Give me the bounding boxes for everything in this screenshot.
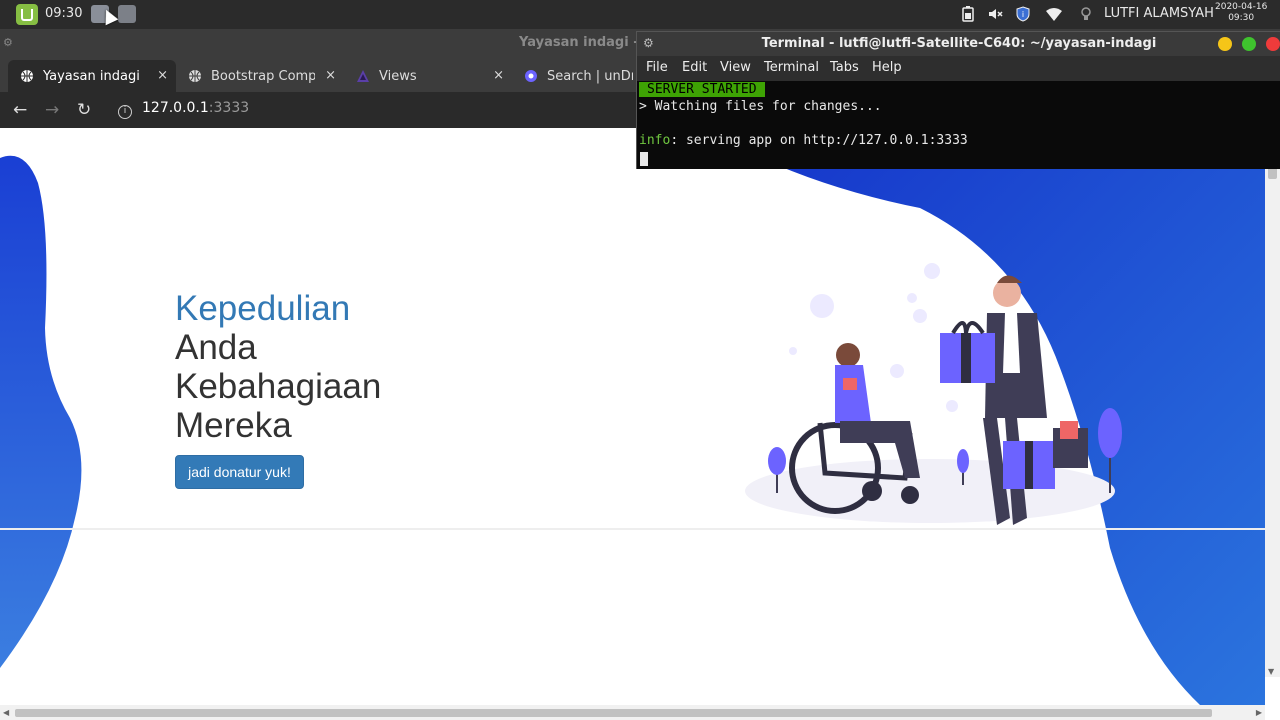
menu-terminal[interactable]: Terminal — [764, 60, 819, 75]
terminal-title: Terminal - lutfi@lutfi-Satellite-C640: ~… — [761, 36, 1157, 51]
server-status-line: SERVER STARTED — [639, 82, 765, 97]
scroll-left-arrow-icon[interactable]: ◀ — [3, 708, 9, 717]
hero-line: Kebahagiaan — [175, 367, 382, 406]
undraw-icon — [525, 70, 537, 82]
window-menu-icon[interactable]: ⚙ — [3, 36, 13, 49]
watching-line: > Watching files for changes... — [639, 99, 882, 114]
globe-icon — [21, 70, 33, 82]
tab-label: Views — [379, 68, 417, 84]
tab-views[interactable]: Views × — [344, 60, 512, 92]
tab-close-button[interactable]: × — [493, 68, 504, 83]
wifi-icon[interactable] — [1046, 6, 1062, 22]
hero-accent-word: Kepedulian — [175, 289, 351, 328]
server-started-badge: SERVER STARTED — [639, 82, 765, 97]
tab-label: Search | unDra — [547, 68, 633, 84]
volume-muted-icon[interactable] — [987, 6, 1003, 22]
left-blob — [0, 155, 82, 668]
reload-button[interactable]: ↻ — [77, 100, 91, 120]
mint-menu-icon[interactable] — [16, 4, 38, 25]
terminal-titlebar[interactable]: ⚙ Terminal - lutfi@lutfi-Satellite-C640:… — [637, 32, 1280, 56]
terminal-menubar: File Edit View Terminal Tabs Help — [637, 56, 1280, 81]
maximize-button[interactable] — [1242, 37, 1256, 51]
menu-file[interactable]: File — [646, 60, 668, 75]
globe-icon — [189, 70, 201, 82]
shield-update-icon[interactable]: i — [1015, 6, 1031, 22]
terminal-cursor — [640, 152, 648, 166]
desktop: 09:30 i LUTFI ALAMSYAH 2020-04-16 09:30 … — [0, 0, 1280, 720]
tray-time: 09:30 — [1228, 13, 1255, 23]
gift-wheelchair-illustration — [745, 263, 1122, 525]
user-name[interactable]: LUTFI ALAMSYAH — [1104, 6, 1214, 21]
hero-line: Mereka — [175, 406, 292, 445]
adonis-triangle-icon — [357, 70, 369, 82]
horizontal-scroll-thumb[interactable] — [15, 709, 1212, 717]
menu-tabs[interactable]: Tabs — [830, 60, 859, 75]
terminal-output[interactable]: SERVER STARTED > Watching files for chan… — [637, 81, 1280, 169]
browser-window-title: Yayasan indagi - — [519, 35, 639, 50]
info-line: info: serving app on http://127.0.0.1:33… — [639, 133, 968, 148]
forward-button[interactable]: → — [45, 100, 59, 120]
horizontal-scrollbar[interactable]: ◀ ▶ — [0, 705, 1265, 720]
minimize-button[interactable] — [1218, 37, 1232, 51]
tray-datetime[interactable]: 2020-04-16 09:30 — [1215, 2, 1267, 24]
svg-text:i: i — [1022, 10, 1024, 19]
info-message: : serving app on http://127.0.0.1:3333 — [670, 133, 968, 148]
battery-icon[interactable] — [960, 6, 976, 22]
tab-bootstrap-components[interactable]: Bootstrap Compo × — [176, 60, 344, 92]
web-page: Kepedulian Anda Kebahagiaan Mereka jadi … — [0, 128, 1265, 705]
url-port: :3333 — [208, 100, 250, 116]
hero-line: Anda — [175, 328, 257, 367]
taskbar: 09:30 i LUTFI ALAMSYAH 2020-04-16 09:30 — [0, 0, 1280, 29]
vertical-scrollbar[interactable]: ▲ ▼ — [1265, 99, 1280, 677]
menu-help[interactable]: Help — [872, 60, 902, 75]
tab-close-button[interactable]: × — [157, 68, 168, 83]
scroll-down-arrow-icon[interactable]: ▼ — [1268, 667, 1274, 676]
scroll-right-arrow-icon[interactable]: ▶ — [1256, 708, 1262, 717]
taskbar-clock: 09:30 — [45, 6, 83, 21]
trash-icon[interactable] — [118, 5, 136, 23]
tab-undraw-search[interactable]: Search | unDra — [512, 60, 636, 92]
hero-heading: Kepedulian Anda Kebahagiaan Mereka — [175, 289, 381, 445]
url-host: 127.0.0.1 — [142, 100, 209, 116]
address-bar[interactable]: i 127.0.0.1:3333 — [118, 100, 249, 119]
tab-label: Bootstrap Compo — [211, 68, 315, 84]
site-info-icon[interactable]: i — [118, 105, 132, 119]
tab-yayasan-indagi[interactable]: Yayasan indagi × — [8, 60, 176, 92]
tab-label: Yayasan indagi — [43, 68, 140, 84]
terminal-window: ⚙ Terminal - lutfi@lutfi-Satellite-C640:… — [636, 31, 1280, 169]
tab-close-button[interactable]: × — [325, 68, 336, 83]
menu-view[interactable]: View — [720, 60, 751, 75]
back-button[interactable]: ← — [13, 100, 27, 120]
tray-date: 2020-04-16 — [1215, 2, 1268, 12]
donate-button[interactable]: jadi donatur yuk! — [175, 455, 304, 489]
close-button[interactable] — [1266, 37, 1280, 51]
redshift-bulb-icon[interactable] — [1078, 6, 1094, 22]
info-prefix: info — [639, 133, 671, 148]
menu-edit[interactable]: Edit — [682, 60, 707, 75]
